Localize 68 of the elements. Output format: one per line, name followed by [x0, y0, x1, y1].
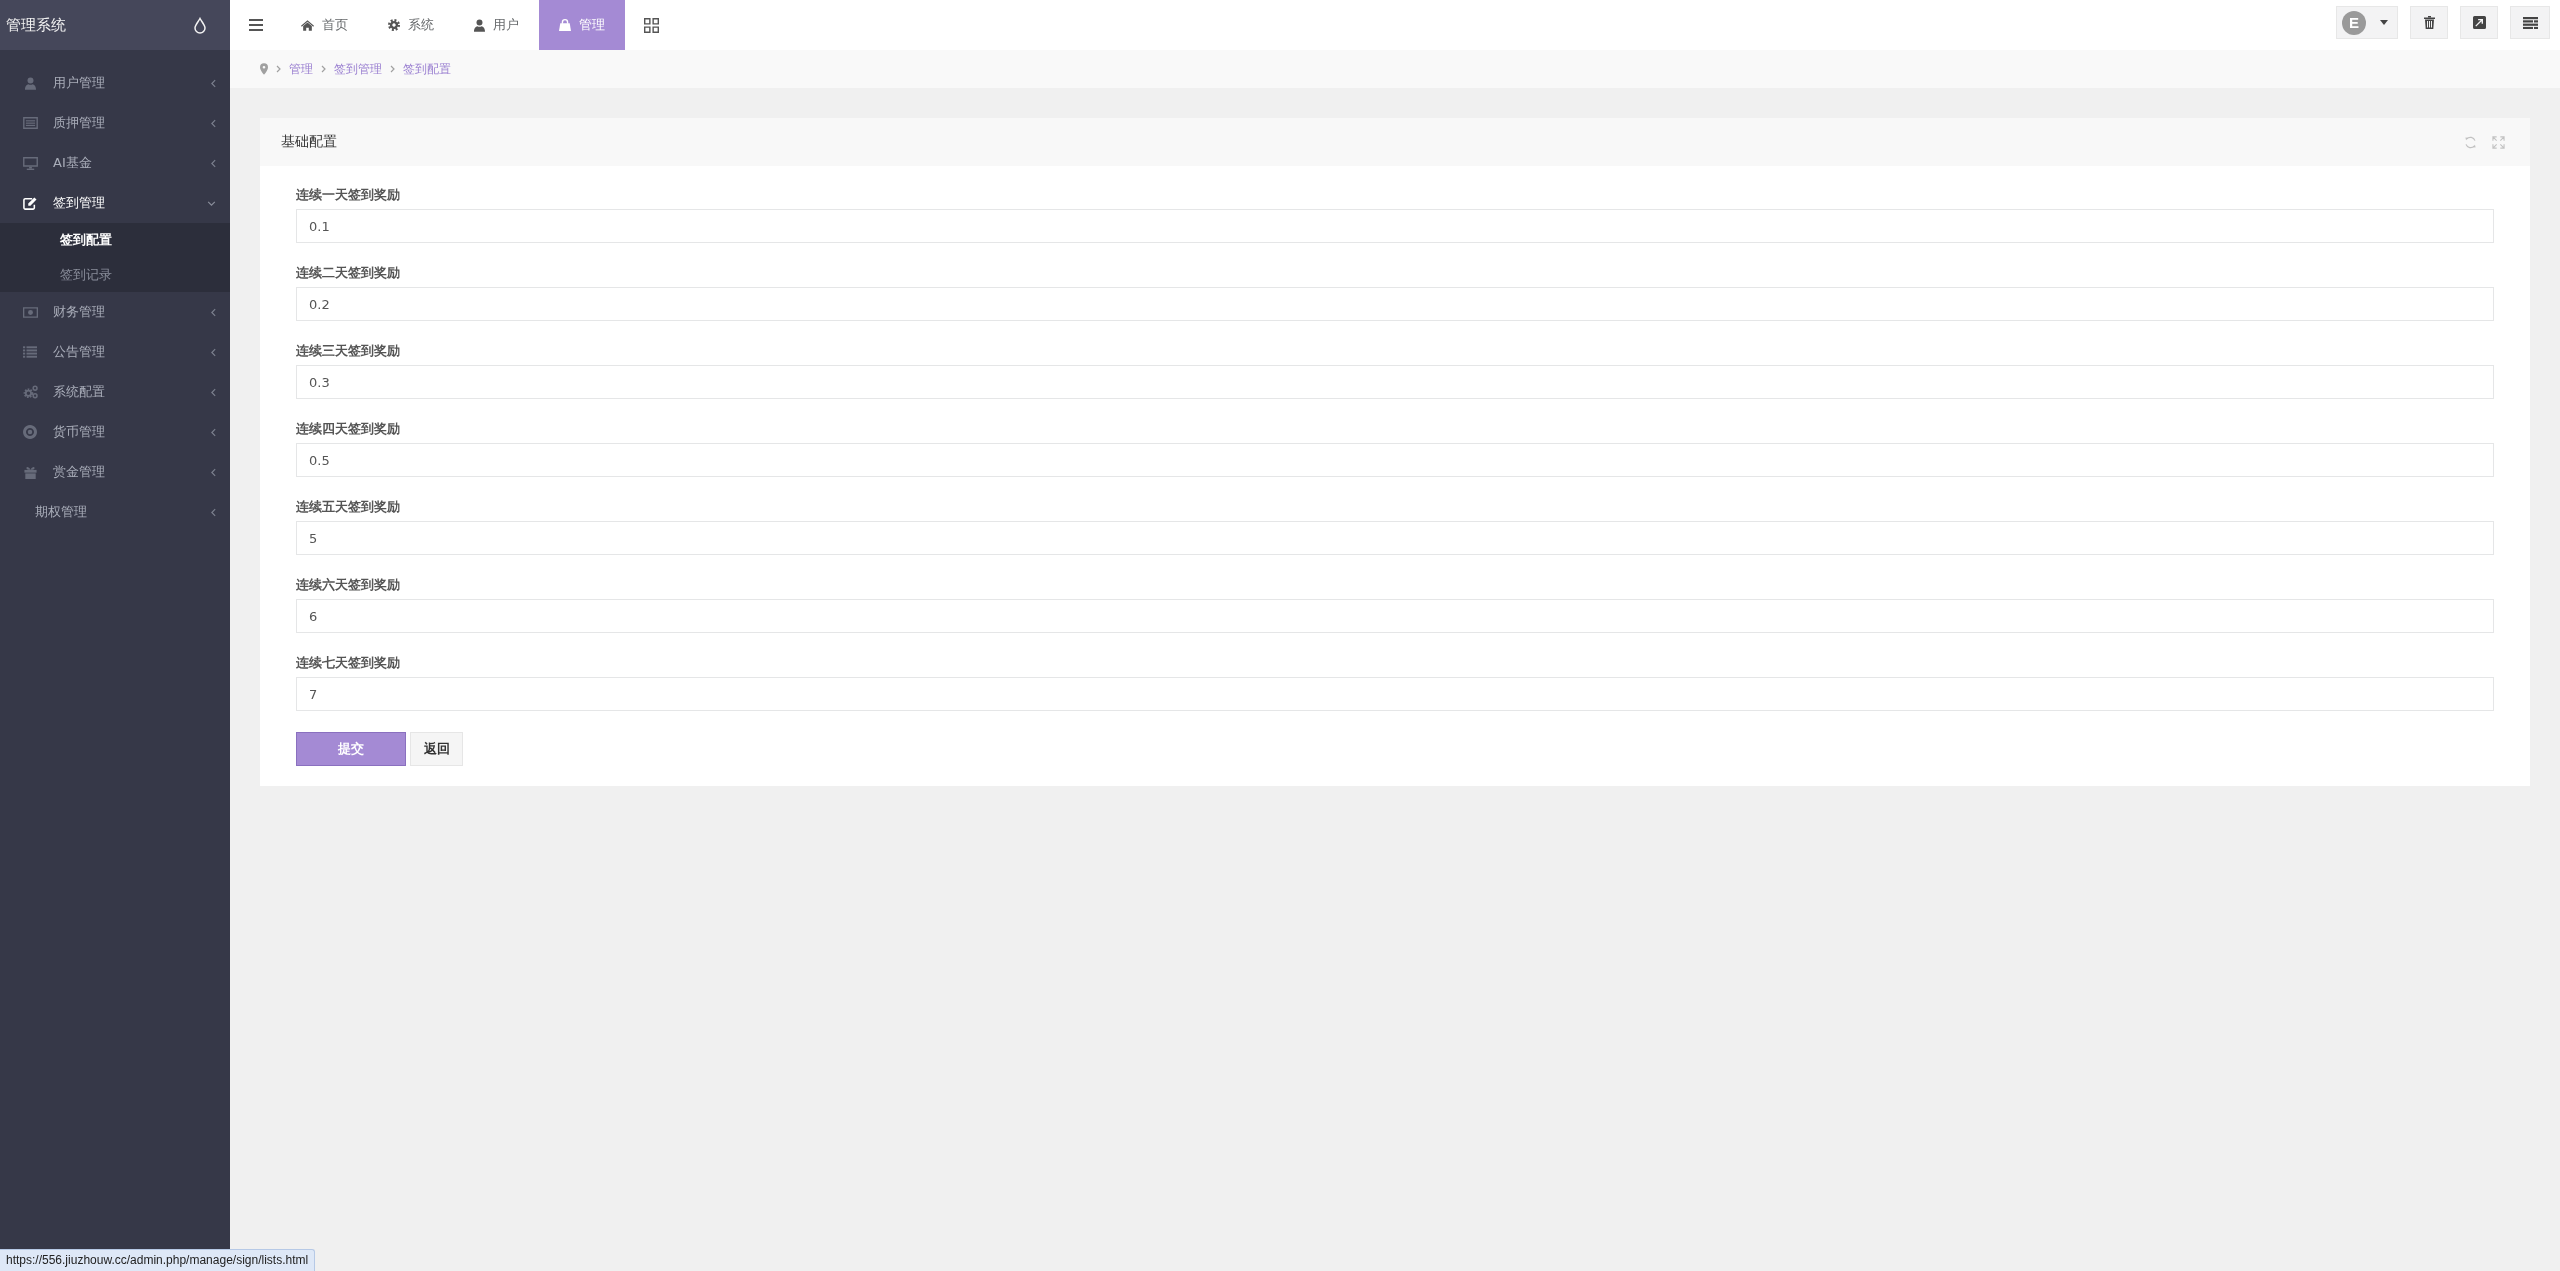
input-field[interactable]: 7: [296, 677, 2494, 711]
breadcrumb-link[interactable]: 签到配置: [403, 60, 451, 78]
submit-button[interactable]: 提交: [296, 732, 406, 766]
menu-icon: [248, 19, 263, 31]
breadcrumb-link[interactable]: 签到管理: [334, 60, 382, 78]
input-field[interactable]: 5: [296, 521, 2494, 555]
card-lines-icon: [22, 117, 38, 129]
sidebar-item[interactable]: 系统配置: [0, 372, 230, 412]
field-label: 连续四天签到奖励: [296, 420, 401, 437]
grid-icon: [643, 17, 659, 33]
sidebar-item[interactable]: 赏金管理: [0, 452, 230, 492]
status-url: https://556.jiuzhouw.cc/admin.php/manage/sign/lists.html: [0, 1249, 316, 1271]
home-icon: [301, 19, 314, 31]
field-label: 连续二天签到奖励: [296, 264, 401, 281]
gears-icon: [22, 385, 38, 399]
user-icon: [474, 18, 485, 32]
bag-icon: [559, 19, 571, 31]
sidebar-item[interactable]: 用户管理: [0, 63, 230, 103]
field-label: 连续七天签到奖励: [296, 654, 401, 671]
sidebar-item[interactable]: AI基金: [0, 143, 230, 183]
refresh-icon: [2464, 135, 2477, 149]
nav-tab[interactable]: 系统: [368, 0, 454, 50]
trash-button[interactable]: [2410, 6, 2448, 39]
sidebar-item[interactable]: 货币管理: [0, 412, 230, 452]
input-field[interactable]: 0.5: [296, 443, 2494, 477]
chevron-right-icon: [321, 65, 326, 73]
monitor-icon: [22, 156, 38, 170]
brand-title: 管理系统: [6, 15, 66, 35]
caret-down-icon: [2380, 20, 2388, 25]
input-field[interactable]: 0.2: [296, 287, 2494, 321]
sidebar-subitem[interactable]: 签到配置: [0, 223, 230, 258]
list-icon: [23, 346, 37, 358]
panel-title: 基础配置: [281, 133, 337, 151]
input-field[interactable]: 0.3: [296, 365, 2494, 399]
chevron-right-icon: [390, 65, 395, 73]
avatar: E: [2342, 10, 2366, 35]
gift-icon: [23, 465, 37, 479]
nav-tab[interactable]: 用户: [454, 0, 539, 50]
breadcrumb-link[interactable]: 管理: [289, 60, 313, 78]
field-label: 连续六天签到奖励: [296, 576, 401, 593]
chevron-right-icon: [276, 65, 281, 73]
input-field[interactable]: 0.1: [296, 209, 2494, 243]
menu-button[interactable]: [2510, 6, 2550, 39]
map-pin-icon: [260, 63, 268, 75]
field-label: 连续一天签到奖励: [296, 186, 401, 203]
sidebar-item[interactable]: 期权管理: [0, 492, 230, 532]
coin-icon: [23, 425, 37, 439]
input-field[interactable]: 6: [296, 599, 2494, 633]
back-button[interactable]: 返回: [410, 732, 463, 766]
field-label: 连续三天签到奖励: [296, 342, 401, 359]
expand-icon: [2492, 135, 2505, 149]
drop-icon: [194, 16, 206, 34]
sidebar-item[interactable]: 签到管理: [0, 183, 230, 223]
banknote-icon: [22, 306, 38, 318]
nav-tab[interactable]: 首页: [281, 0, 368, 50]
gear-icon: [388, 19, 400, 31]
nav-tab[interactable]: 管理: [539, 0, 625, 50]
sidebar-item[interactable]: 公告管理: [0, 332, 230, 372]
sidebar-item[interactable]: 质押管理: [0, 103, 230, 143]
user-icon: [24, 76, 36, 90]
field-label: 连续五天签到奖励: [296, 498, 401, 515]
edit-icon: [23, 196, 37, 210]
share-button[interactable]: [2460, 6, 2498, 39]
user-menu-button[interactable]: E: [2336, 6, 2398, 39]
lines-icon: [2522, 16, 2538, 29]
sidebar-subitem[interactable]: 签到记录: [0, 257, 230, 292]
trash-icon: [2423, 16, 2435, 29]
sidebar-item[interactable]: 财务管理: [0, 292, 230, 332]
